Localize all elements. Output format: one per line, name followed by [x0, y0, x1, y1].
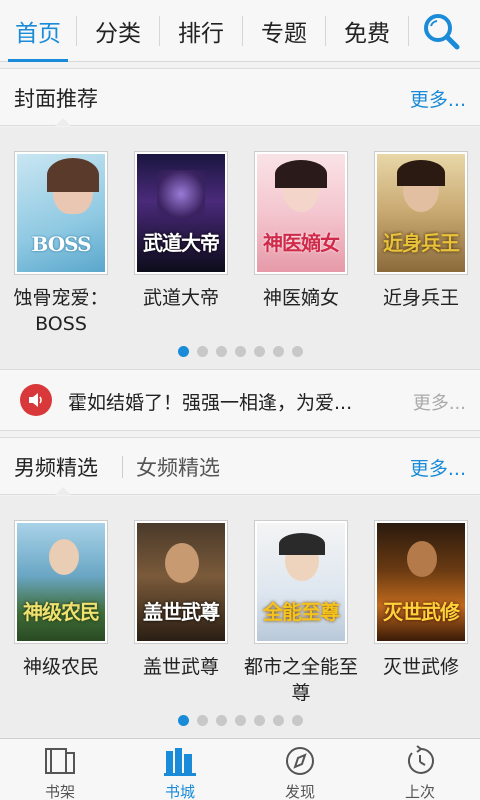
cover-text: 神医嫡女 — [263, 231, 340, 255]
tab-category[interactable]: 分类 — [77, 0, 159, 62]
book-title: 灭世武修 — [382, 656, 459, 678]
book-cover: 神医嫡女 — [254, 151, 348, 275]
book-title: 神级农民 — [22, 656, 99, 678]
cover-text: 近身兵王 — [383, 231, 460, 255]
book-title: 近身兵王 — [382, 287, 459, 309]
book-cover: 武道大帝 — [134, 151, 228, 275]
tab-discover[interactable]: 发现 — [240, 739, 360, 800]
cover-text: 全能至尊 — [263, 600, 340, 624]
carousel-dot[interactable] — [234, 715, 246, 726]
book-cover: 灭世武修 — [374, 520, 468, 644]
cover-section-header: 封面推荐 更多... — [0, 68, 480, 126]
picks-more-link[interactable]: 更多... — [410, 454, 466, 481]
book-title: 武道大帝 — [142, 287, 219, 309]
book-cover: 全能至尊 — [254, 520, 348, 644]
picks-section-header: 男频精选 女频精选 更多... — [0, 437, 480, 495]
bottom-tab-bar: 书架 书城 发现 上次 — [0, 738, 480, 800]
carousel-dot[interactable] — [177, 715, 189, 726]
tab-bookstore[interactable]: 书城 — [120, 739, 240, 800]
announcement-more-link[interactable]: 更多... — [413, 389, 466, 415]
carousel-dot[interactable] — [215, 346, 227, 357]
carousel-dot[interactable] — [272, 346, 284, 357]
cover-text: 武道大帝 — [143, 231, 220, 255]
tab-topics[interactable]: 专题 — [243, 0, 325, 62]
announcement-bar[interactable]: 霍如结婚了！强强一相逢，为爱... 更多... — [0, 369, 480, 431]
tab-bookshelf[interactable]: 书架 — [0, 739, 120, 800]
tab-ranking[interactable]: 排行 — [160, 0, 242, 62]
book-title: 盖世武尊 — [142, 656, 219, 678]
book-title: 蚀骨宠爱：BOSS — [13, 287, 109, 335]
section-pointer — [55, 118, 71, 126]
carousel-dot[interactable] — [291, 346, 303, 357]
top-nav: 首页 分类 排行 专题 免费 — [0, 0, 480, 62]
speaker-icon — [20, 384, 52, 416]
cover-text: 盖世武尊 — [143, 600, 220, 624]
book-cover: 神级农民 — [14, 520, 108, 644]
tab-label: 上次 — [404, 783, 435, 800]
carousel-dots — [0, 715, 480, 726]
cover-text: 神级农民 — [23, 600, 100, 624]
cover-books-row: BOSS 蚀骨宠爱：BOSS 武道大帝 武道大帝 神医嫡女 神医嫡女 近身兵王 … — [0, 127, 480, 369]
book-cover: BOSS — [14, 151, 108, 275]
carousel-dot[interactable] — [272, 715, 284, 726]
bookshelf-icon — [45, 748, 75, 774]
tab-home[interactable]: 首页 — [0, 0, 76, 62]
tab-last-read[interactable]: 上次 — [360, 739, 480, 800]
book-cover: 近身兵王 — [374, 151, 468, 275]
tab-divider — [122, 456, 123, 478]
announcement-text: 霍如结婚了！强强一相逢，为爱... — [68, 392, 353, 414]
tab-label: 书城 — [164, 783, 195, 800]
bookstore-icon — [164, 748, 196, 776]
tab-female-picks[interactable]: 女频精选 — [136, 452, 220, 482]
section-title: 封面推荐 — [14, 87, 98, 111]
section-pointer — [55, 487, 71, 495]
carousel-dot[interactable] — [196, 346, 208, 357]
history-icon — [407, 745, 434, 774]
carousel-dot[interactable] — [253, 715, 265, 726]
picks-books-row: 神级农民 神级农民 盖世武尊 盖世武尊 全能至尊 都市之全能至尊 灭世武修 灭世… — [0, 496, 480, 738]
carousel-dot[interactable] — [196, 715, 208, 726]
book-cover: 盖世武尊 — [134, 520, 228, 644]
tab-male-picks[interactable]: 男频精选 — [14, 452, 98, 482]
compass-icon — [286, 747, 314, 775]
cover-text: 灭世武修 — [383, 600, 460, 624]
tab-label: 书架 — [44, 783, 75, 800]
search-icon — [424, 13, 460, 49]
carousel-dots — [0, 346, 480, 357]
tab-label: 发现 — [284, 783, 315, 800]
carousel-dot[interactable] — [215, 715, 227, 726]
tab-free[interactable]: 免费 — [326, 0, 408, 62]
cover-text: BOSS — [31, 232, 91, 256]
search-button[interactable] — [409, 0, 473, 62]
cover-more-link[interactable]: 更多... — [410, 85, 466, 112]
book-title: 都市之全能至尊 — [243, 656, 358, 704]
carousel-dot[interactable] — [177, 346, 189, 357]
book-title: 神医嫡女 — [262, 287, 339, 309]
carousel-dot[interactable] — [253, 346, 265, 357]
carousel-dot[interactable] — [291, 715, 303, 726]
carousel-dot[interactable] — [234, 346, 246, 357]
